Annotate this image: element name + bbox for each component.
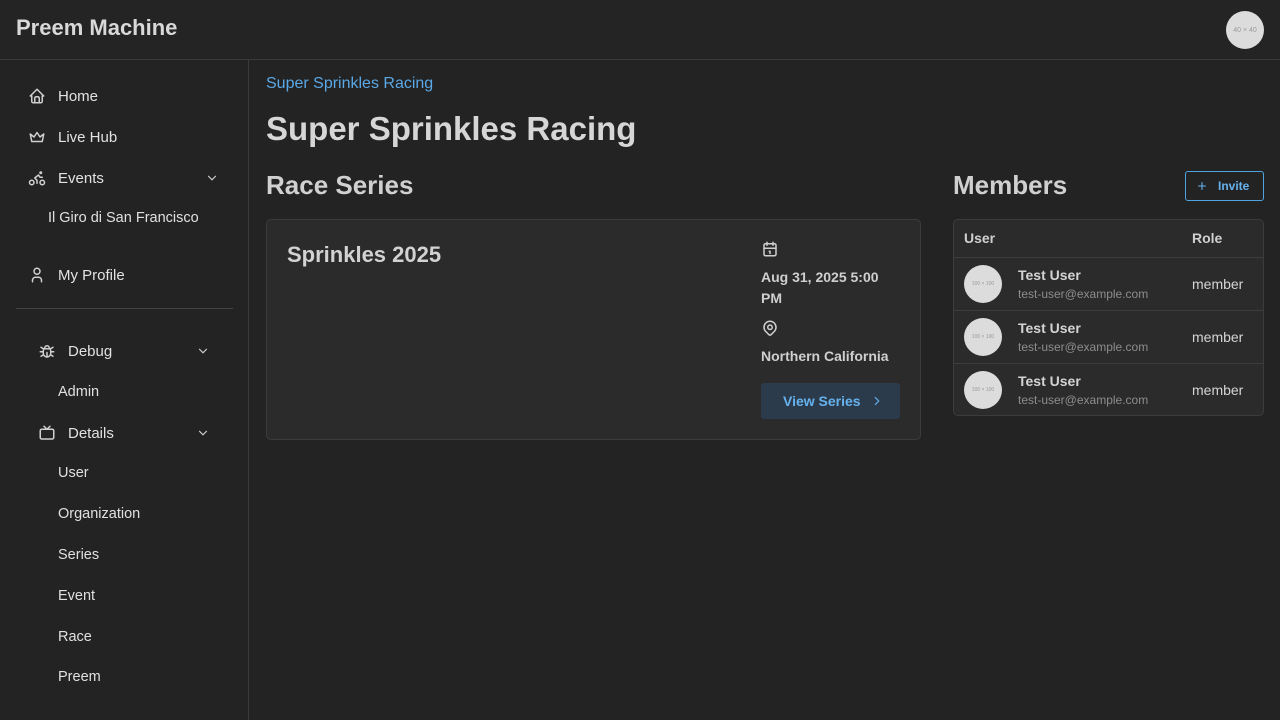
- member-email: test-user@example.com: [1018, 287, 1149, 301]
- main-content: Super Sprinkles Racing Super Sprinkles R…: [250, 60, 1280, 720]
- sidebar: Home Live Hub Events Il Giro di San Fran…: [0, 60, 249, 720]
- chevron-down-icon[interactable]: [196, 426, 210, 440]
- tv-icon: [38, 424, 56, 442]
- plus-icon: [1197, 181, 1207, 191]
- member-email: test-user@example.com: [1018, 393, 1149, 407]
- sidebar-item-series[interactable]: Series: [58, 547, 99, 563]
- member-name: Test User: [1018, 267, 1081, 283]
- member-role: member: [1192, 382, 1244, 398]
- user-avatar[interactable]: 40 × 40: [1226, 11, 1264, 49]
- series-name: Sprinkles 2025: [287, 242, 442, 267]
- member-role: member: [1192, 276, 1244, 292]
- sidebar-item-admin[interactable]: Admin: [58, 384, 99, 400]
- view-series-button[interactable]: View Series: [761, 383, 900, 419]
- avatar: 100 × 100: [964, 318, 1002, 356]
- sidebar-item-event-sub[interactable]: Il Giro di San Francisco: [48, 210, 199, 226]
- sidebar-item-label: Debug: [68, 342, 113, 360]
- sidebar-item-live-hub[interactable]: Live Hub: [16, 119, 233, 155]
- invite-button[interactable]: Invite: [1185, 171, 1264, 201]
- avatar: 100 × 100: [964, 265, 1002, 303]
- sidebar-item-label: Live Hub: [58, 128, 118, 146]
- avatar: 100 × 100: [964, 371, 1002, 409]
- sidebar-item-details[interactable]: Details: [16, 415, 233, 451]
- series-card: Sprinkles 2025 Aug 31, 2025 5:00 PM Nort…: [266, 219, 921, 440]
- page-title: Super Sprinkles Racing: [266, 110, 637, 147]
- top-header: Preem Machine 40 × 40: [0, 0, 1280, 60]
- table-row: 100 × 100 Test User test-user@example.co…: [954, 363, 1263, 415]
- sidebar-item-my-profile[interactable]: My Profile: [16, 257, 233, 293]
- series-date: Aug 31, 2025 5:00 PM: [761, 269, 879, 306]
- race-series-heading: Race Series: [266, 170, 414, 200]
- sidebar-item-event[interactable]: Event: [58, 588, 95, 604]
- crown-icon: [28, 128, 46, 146]
- table-row: 100 × 100 Test User test-user@example.co…: [954, 310, 1263, 363]
- sidebar-item-events[interactable]: Events: [16, 160, 233, 196]
- sidebar-item-race[interactable]: Race: [58, 629, 92, 645]
- view-series-label: View Series: [783, 393, 861, 409]
- member-role: member: [1192, 329, 1244, 345]
- member-email: test-user@example.com: [1018, 340, 1149, 354]
- app-title[interactable]: Preem Machine: [16, 15, 177, 41]
- bike-icon: [28, 169, 46, 187]
- calendar-icon: [763, 241, 777, 257]
- sidebar-item-label: Events: [58, 169, 104, 187]
- members-heading: Members: [953, 170, 1068, 200]
- sidebar-item-debug[interactable]: Debug: [16, 333, 233, 369]
- chevron-down-icon[interactable]: [196, 344, 210, 358]
- sidebar-item-preem[interactable]: Preem: [58, 669, 101, 685]
- members-table: User Role 100 × 100 Test User test-user@…: [953, 219, 1264, 416]
- table-row: 100 × 100 Test User test-user@example.co…: [954, 257, 1263, 310]
- sidebar-item-user[interactable]: User: [58, 465, 89, 481]
- chevron-right-icon: [874, 396, 880, 406]
- sidebar-item-label: Details: [68, 424, 114, 442]
- chevron-down-icon[interactable]: [205, 171, 219, 185]
- column-header-user: User: [964, 230, 996, 246]
- sidebar-item-label: Home: [58, 87, 99, 105]
- member-name: Test User: [1018, 373, 1081, 389]
- breadcrumb[interactable]: Super Sprinkles Racing: [266, 75, 433, 93]
- sidebar-divider: [16, 308, 233, 309]
- sidebar-item-label: My Profile: [58, 266, 125, 284]
- column-header-role: Role: [1192, 230, 1223, 246]
- user-icon: [28, 266, 46, 284]
- home-icon: [28, 87, 46, 105]
- member-name: Test User: [1018, 320, 1081, 336]
- map-pin-icon: [763, 320, 777, 336]
- sidebar-item-organization[interactable]: Organization: [58, 506, 140, 522]
- series-location: Northern California: [761, 348, 889, 364]
- sidebar-item-home[interactable]: Home: [16, 78, 233, 114]
- invite-label: Invite: [1218, 179, 1250, 193]
- bug-icon: [38, 342, 56, 360]
